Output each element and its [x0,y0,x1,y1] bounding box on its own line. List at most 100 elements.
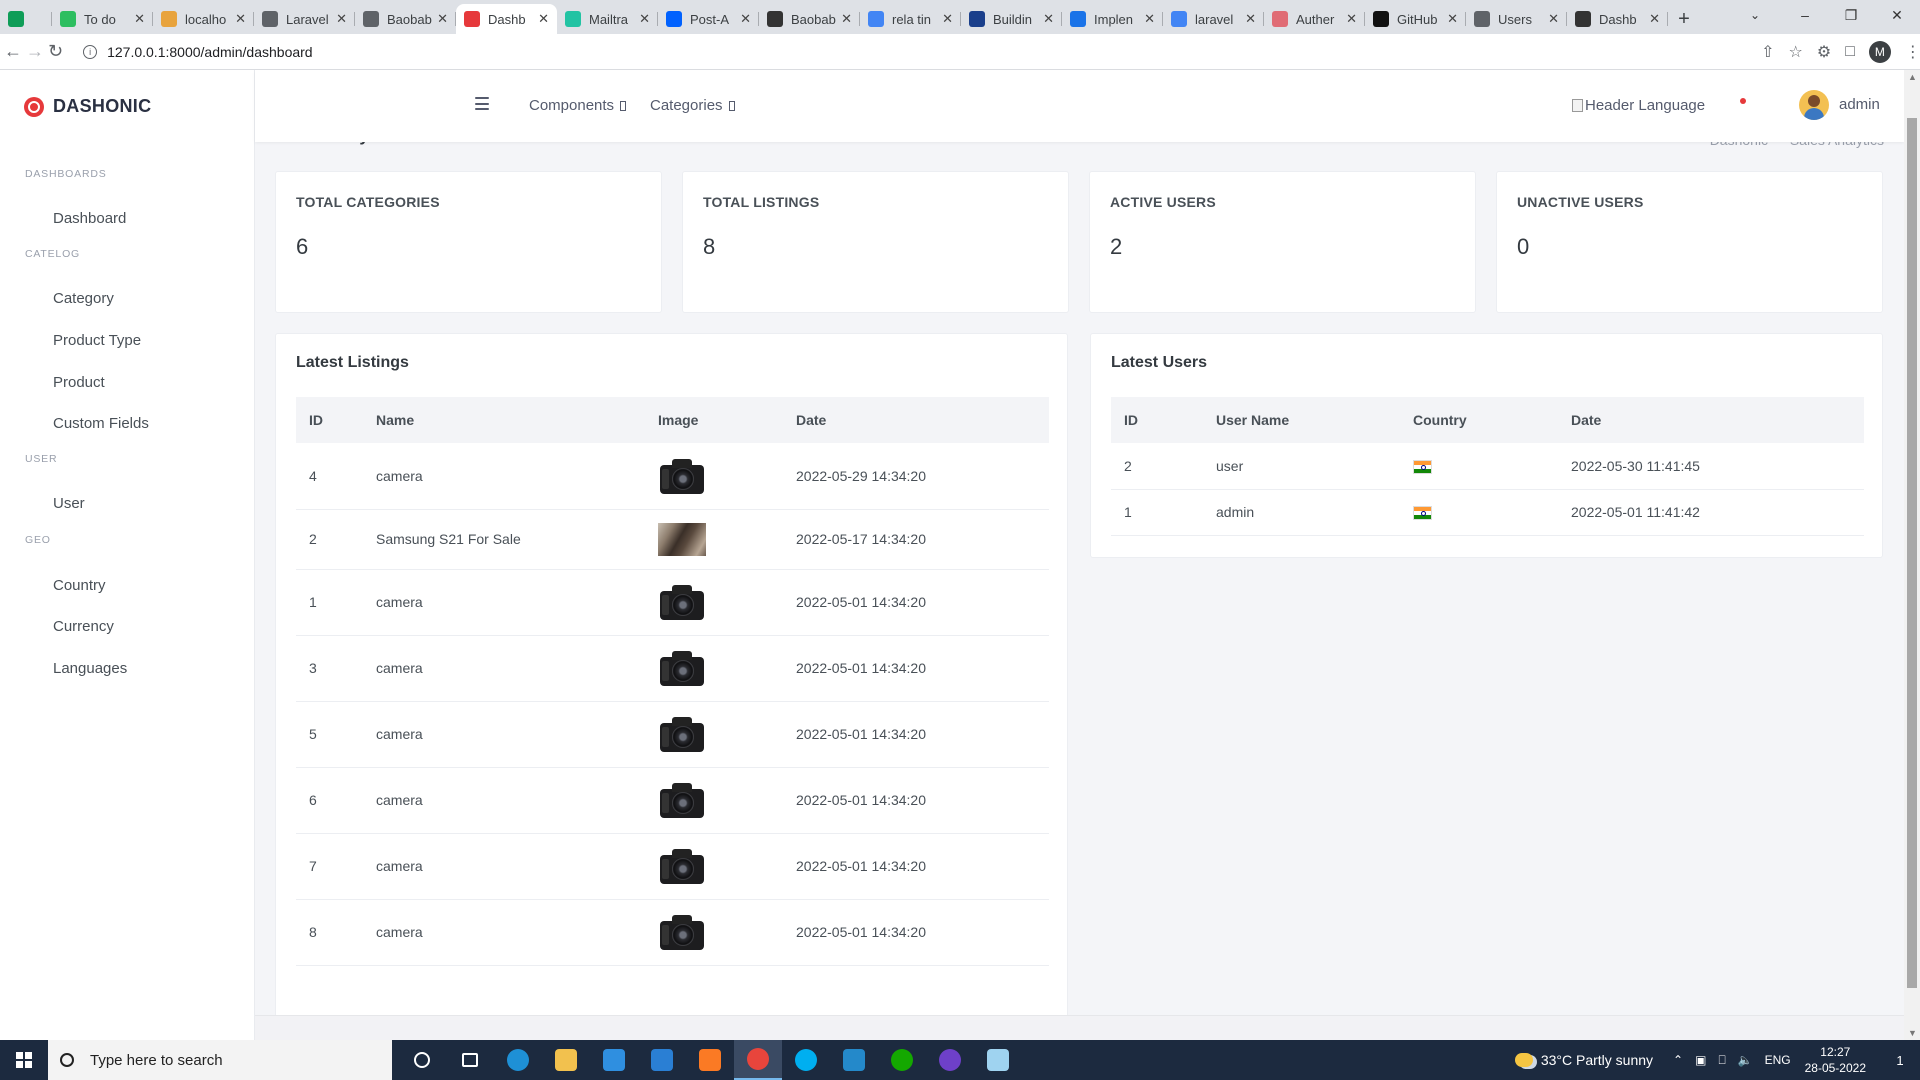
minimize-icon[interactable]: – [1782,0,1828,30]
reload-icon[interactable]: ↻ [48,36,63,68]
close-tab-icon[interactable]: ✕ [942,11,953,27]
back-icon[interactable]: ← [4,36,22,68]
github-desktop-icon[interactable] [926,1040,974,1080]
browser-tab[interactable]: Post-A ✕ [658,4,759,34]
close-tab-icon[interactable]: ✕ [1245,11,1256,27]
user-name[interactable]: admin [1839,96,1880,113]
table-row[interactable]: 1 admin 2022-05-01 11:41:42 [1111,489,1864,536]
close-tab-icon[interactable]: ✕ [538,11,549,27]
browser-tab[interactable]: Dashb ✕ [456,4,557,34]
close-tab-icon[interactable]: ✕ [1144,11,1155,27]
browser-tab[interactable]: Mailtra ✕ [557,4,658,34]
bookmark-star-icon[interactable]: ☆ [1789,42,1803,62]
action-center-icon[interactable]: 1 [1880,1040,1920,1080]
browser-tab[interactable]: rela tin ✕ [860,4,961,34]
table-row[interactable]: 4 camera 2022-05-29 14:34:20 [296,443,1049,510]
browser-tab[interactable]: Buildin ✕ [961,4,1062,34]
avatar[interactable] [1799,90,1829,120]
side-panel-icon[interactable]: □ [1845,43,1855,61]
start-button[interactable] [0,1040,48,1080]
browser-tab[interactable]: Dashb ✕ [1567,4,1668,34]
site-info-icon[interactable]: i [83,44,98,59]
table-row[interactable]: 8 camera 2022-05-01 14:34:20 [296,899,1049,966]
close-window-icon[interactable]: ✕ [1874,0,1920,30]
browser-tab[interactable]: Baobab ✕ [355,4,456,34]
close-tab-icon[interactable]: ✕ [336,11,347,27]
scroll-down-icon[interactable]: ▼ [1908,1028,1917,1038]
nav-components[interactable]: Components [529,97,627,114]
sidebar-item-country[interactable]: Country [53,577,106,594]
notepad-icon[interactable] [974,1040,1022,1080]
sidebar-item-user[interactable]: User [53,495,85,512]
mail-icon[interactable] [638,1040,686,1080]
close-tab-icon[interactable]: ✕ [437,11,448,27]
chrome-icon[interactable] [734,1040,782,1080]
table-row[interactable]: 3 camera 2022-05-01 14:34:20 [296,635,1049,702]
sidebar-item-currency[interactable]: Currency [53,618,114,635]
sidebar-item-custom-fields[interactable]: Custom Fields [53,415,149,432]
language-selector[interactable]: Header Language [1572,97,1705,114]
table-row[interactable]: 2 user 2022-05-30 11:41:45 [1111,443,1864,490]
browser-tab[interactable]: Auther ✕ [1264,4,1365,34]
task-view-icon[interactable] [446,1040,494,1080]
browser-tab[interactable]: laravel ✕ [1163,4,1264,34]
browser-tab[interactable]: Baobab ✕ [759,4,860,34]
browser-tab[interactable]: GitHub ✕ [1365,4,1466,34]
skype-icon[interactable] [782,1040,830,1080]
browser-tab[interactable]: Users ✕ [1466,4,1567,34]
brand-logo[interactable]: DASHONIC [24,96,151,117]
store-icon[interactable] [590,1040,638,1080]
forward-icon[interactable]: → [26,36,44,68]
sidebar-item-dashboard[interactable]: Dashboard [53,210,126,227]
sidebar-item-languages[interactable]: Languages [53,660,127,677]
browser-tab[interactable] [0,4,52,34]
sidebar-item-product[interactable]: Product [53,374,105,391]
page-scrollbar[interactable]: ▲ ▼ [1904,70,1920,1040]
table-row[interactable]: 6 camera 2022-05-01 14:34:20 [296,767,1049,834]
file-explorer-icon[interactable] [542,1040,590,1080]
sidebar-item-category[interactable]: Category [53,290,114,307]
table-row[interactable]: 1 camera 2022-05-01 14:34:20 [296,569,1049,636]
menu-toggle-icon[interactable] [475,97,489,110]
close-tab-icon[interactable]: ✕ [235,11,246,27]
close-tab-icon[interactable]: ✕ [1447,11,1458,27]
language-indicator[interactable]: ENG [1765,1053,1791,1067]
close-tab-icon[interactable]: ✕ [1649,11,1660,27]
volume-icon[interactable]: 🔈 [1738,1053,1753,1067]
chrome-menu-icon[interactable]: ⋮ [1905,42,1920,62]
chevron-up-icon[interactable]: ⌃ [1673,1053,1683,1067]
url-input[interactable]: i 127.0.0.1:8000/admin/dashboard [71,38,1761,66]
cortana-icon[interactable] [398,1040,446,1080]
scroll-up-icon[interactable]: ▲ [1908,72,1917,82]
browser-tab[interactable]: Implen ✕ [1062,4,1163,34]
clock[interactable]: 12:27 28-05-2022 [1805,1044,1866,1076]
sidebar-item-product-type[interactable]: Product Type [53,332,141,349]
close-tab-icon[interactable]: ✕ [639,11,650,27]
meet-now-icon[interactable]: ▣ [1695,1053,1706,1067]
scrollbar-thumb[interactable] [1907,118,1917,988]
browser-tab[interactable]: localho ✕ [153,4,254,34]
browser-tab[interactable]: Laravel ✕ [254,4,355,34]
browser-tab[interactable]: To do ✕ [52,4,153,34]
close-tab-icon[interactable]: ✕ [1548,11,1559,27]
close-tab-icon[interactable]: ✕ [1346,11,1357,27]
upwork-icon[interactable] [878,1040,926,1080]
close-tab-icon[interactable]: ✕ [841,11,852,27]
vscode-icon[interactable] [830,1040,878,1080]
taskbar-search[interactable]: Type here to search [48,1040,392,1080]
table-row[interactable]: 7 camera 2022-05-01 14:34:20 [296,833,1049,900]
profile-avatar[interactable]: M [1868,40,1891,63]
close-tab-icon[interactable]: ✕ [134,11,145,27]
close-tab-icon[interactable]: ✕ [1043,11,1054,27]
xampp-icon[interactable] [686,1040,734,1080]
table-row[interactable]: 2 Samsung S21 For Sale 2022-05-17 14:34:20 [296,509,1049,570]
new-tab-icon[interactable]: + [1668,4,1700,34]
notification-dot[interactable] [1740,98,1746,104]
share-icon[interactable]: ⇧ [1761,42,1774,62]
extensions-icon[interactable]: ⚙ [1817,42,1831,62]
table-row[interactable]: 5 camera 2022-05-01 14:34:20 [296,701,1049,768]
edge-icon[interactable] [494,1040,542,1080]
maximize-icon[interactable]: ❐ [1828,0,1874,30]
tab-search-icon[interactable]: ⌄ [1740,0,1770,30]
nav-categories[interactable]: Categories [650,97,735,114]
